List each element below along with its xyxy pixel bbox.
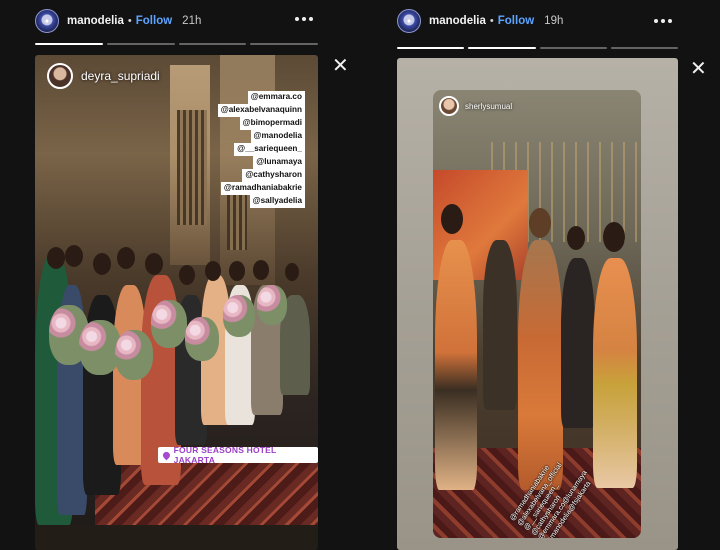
avatar-glyph: ✦ [43,16,51,26]
person [435,240,477,490]
username[interactable]: manodelia [429,15,486,27]
location-label: FOUR SEASONS HOTEL JAKARTA [173,445,277,465]
reshared-story-frame: sherlysumual @ramadhaniabakrie @alexabel… [433,90,641,538]
mention-tag[interactable]: @cathysharon [242,169,305,182]
owner-avatar [439,96,459,116]
avatar-glyph: ✦ [405,16,413,26]
avatar[interactable]: ✦ [397,9,421,33]
mention-tag[interactable]: @lunamaya [253,156,305,169]
timestamp: 19h [544,15,564,27]
mention-tag[interactable]: @sallyadelia [249,195,305,208]
progress-fill [35,43,103,45]
person [593,258,637,488]
mention-tag[interactable]: @manodelia [250,130,305,143]
close-icon[interactable]: ✕ [332,55,349,75]
progress-segment [397,47,465,49]
head [117,247,135,269]
close-icon[interactable]: ✕ [690,58,707,78]
story-header: ✦ manodelia • Follow 21h [35,9,201,33]
progress-fill [397,47,465,49]
progress-segment [468,47,536,49]
story-header: ✦ manodelia • Follow 19h [397,9,563,33]
mention-tag[interactable]: @alexabelvanaquinn [217,104,305,117]
wall-grille [177,110,207,225]
more-options-icon[interactable] [654,19,672,23]
head [47,247,65,269]
progress-segment [106,43,175,45]
story-panel-left: ✦ manodelia • Follow 21h ✕ deyra_supriad… [0,0,360,550]
follow-button[interactable]: Follow [498,15,534,27]
head [179,265,195,285]
progress-segment [539,47,607,49]
owner-username: deyra_supriadi [81,69,160,83]
progress-fill [468,47,536,49]
bouquet [257,285,287,325]
head [285,263,299,281]
progress-bar [397,47,678,50]
bouquet [115,330,153,380]
head [567,226,585,250]
bouquet [185,317,219,361]
location-sticker[interactable]: FOUR SEASONS HOTEL JAKARTA [158,445,318,465]
person [483,240,517,410]
owner-avatar [47,63,73,89]
floor [35,525,318,550]
separator-dot: • [489,15,494,27]
person [561,258,595,428]
mention-tag[interactable]: @bimopermadi [239,117,305,130]
timestamp: 21h [182,15,202,27]
progress-segment [250,43,318,45]
progress-bar [35,43,318,46]
mention-tag[interactable]: @ramadhaniabakrie [220,182,305,195]
separator-dot: • [127,15,132,27]
location-pin-icon [161,450,172,460]
mention-tag[interactable]: @__sariequeen_ [234,143,305,156]
head [205,261,221,281]
head [603,222,625,252]
head [529,208,551,238]
head [253,260,269,280]
mention-tag[interactable]: @emmara.co [247,91,305,104]
avatar[interactable]: ✦ [35,9,59,33]
mention-list: @emmara.co @alexabelvanaquinn @bimoperma… [209,91,305,208]
progress-segment [610,47,678,49]
progress-segment [178,43,247,45]
head [441,204,463,234]
more-options-icon[interactable] [295,17,313,21]
head [65,245,83,267]
owner-username: sherlysumual [465,101,513,111]
progress-segment [35,43,103,45]
head [229,261,245,281]
bouquet [151,300,187,348]
reshared-owner-tag[interactable]: sherlysumual [439,96,512,116]
story-photo[interactable]: sherlysumual @ramadhaniabakrie @alexabel… [397,58,678,550]
bouquet [223,295,255,337]
username[interactable]: manodelia [67,15,124,27]
story-photo[interactable]: deyra_supriadi @emmara.co @alexabelvanaq… [35,55,318,550]
head [145,253,163,275]
story-owner-tag[interactable]: deyra_supriadi [47,63,160,89]
follow-button[interactable]: Follow [136,15,172,27]
head [93,253,111,275]
